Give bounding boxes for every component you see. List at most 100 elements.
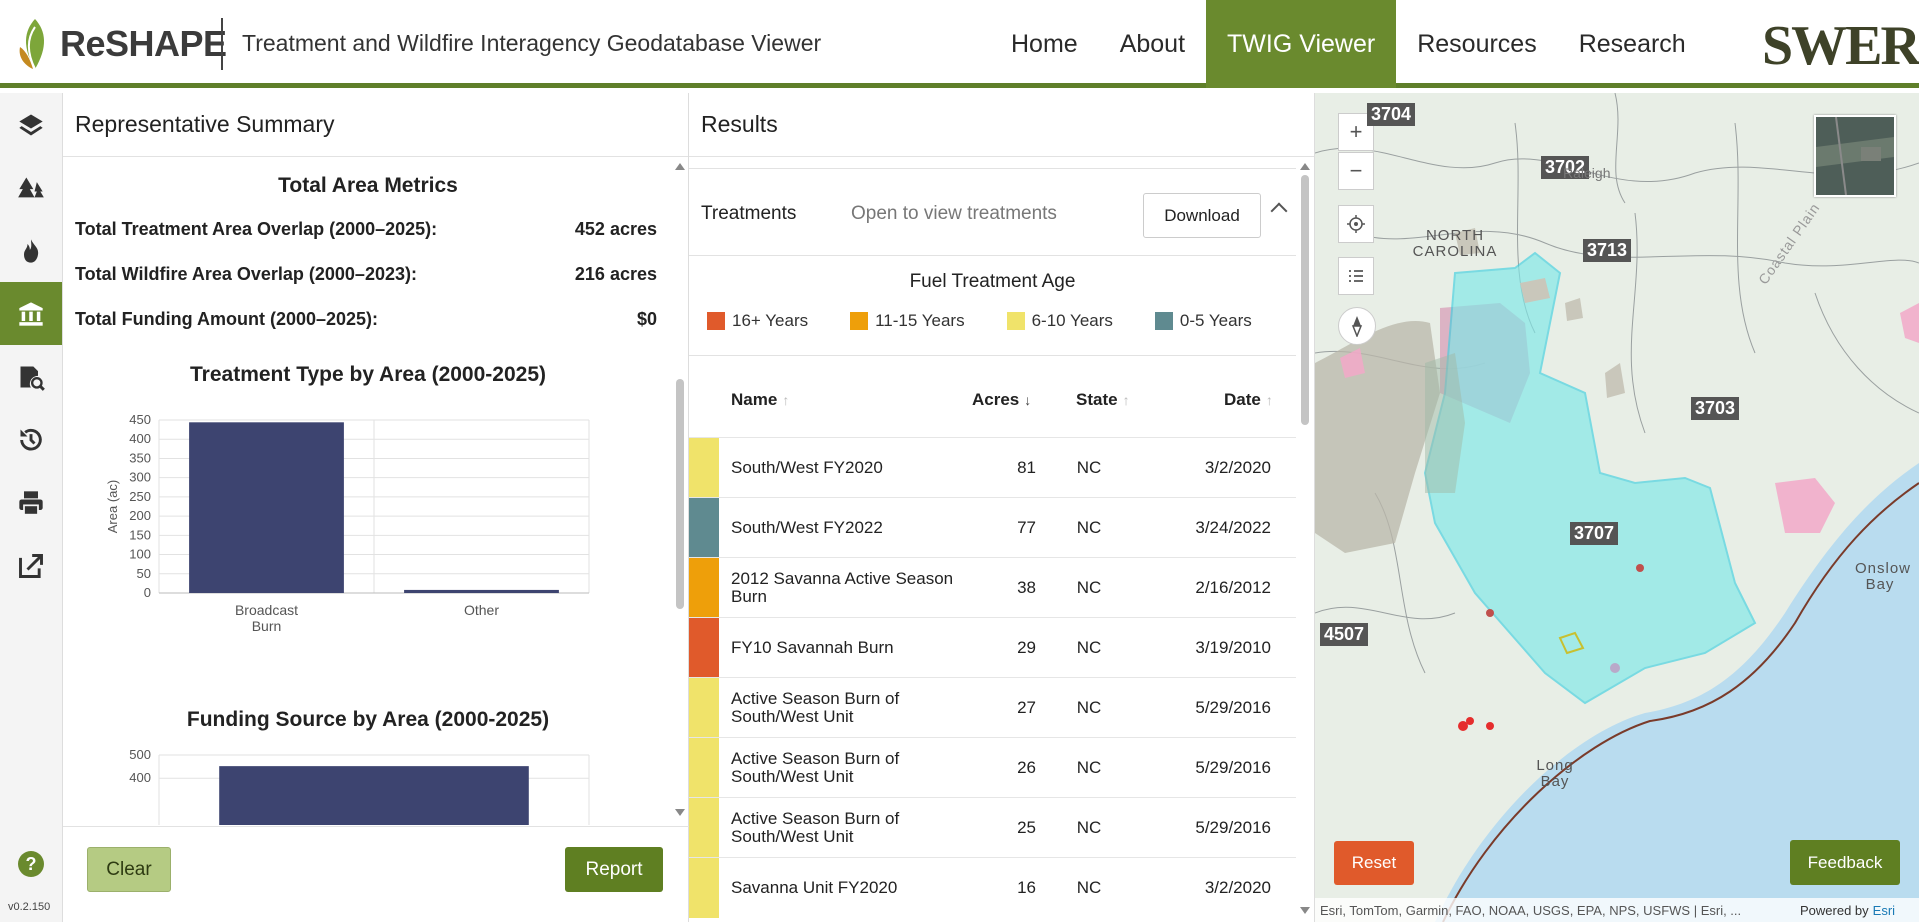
compass-button[interactable] — [1338, 307, 1376, 345]
cell-acres: 26 — [1017, 758, 1036, 777]
export-tool[interactable] — [0, 534, 62, 597]
sort-arrow-down-icon: ↓ — [1024, 392, 1032, 408]
scroll-down-arrow[interactable] — [675, 809, 685, 816]
chart-title: Treatment Type by Area (2000-2025) — [190, 363, 546, 386]
y-tick-label: 350 — [129, 450, 151, 465]
report-button[interactable]: Report — [565, 847, 663, 892]
metric-value: 452 acres — [574, 219, 657, 239]
map-view[interactable]: + − 3704 3702 3713 3703 3707 4507 NORTH … — [1315, 93, 1919, 922]
route-label: 3704 — [1367, 103, 1416, 126]
leaf-logo-icon — [16, 17, 54, 71]
column-label: Name — [731, 390, 778, 409]
results-scroll-area[interactable]: Treatments Open to view treatments Downl… — [689, 157, 1296, 922]
layers-tool[interactable] — [0, 93, 62, 156]
cell-acres: 25 — [1017, 818, 1036, 837]
help-button[interactable]: ? — [18, 851, 44, 877]
y-tick-label: 50 — [137, 566, 151, 581]
y-tick-label: 200 — [129, 508, 151, 523]
cell-name: Active Season Burn of South/West Unit — [731, 749, 900, 786]
locate-button[interactable] — [1338, 205, 1374, 243]
age-color-bar — [689, 738, 719, 798]
overview-minimap[interactable] — [1814, 115, 1896, 197]
table-row[interactable]: Savanna Unit FY2020 16 NC 3/2/2020 — [689, 857, 1296, 918]
powered-by-text: Powered by — [1800, 902, 1869, 918]
list-icon — [1349, 270, 1363, 282]
powered-by[interactable]: Powered by Esri — [1800, 898, 1895, 922]
nav-twig-viewer[interactable]: TWIG Viewer — [1206, 0, 1397, 88]
column-label: State — [1076, 390, 1118, 409]
scroll-up-arrow[interactable] — [1300, 163, 1310, 170]
clear-button[interactable]: Clear — [87, 847, 171, 892]
header-divider — [221, 18, 223, 70]
nav-research[interactable]: Research — [1558, 0, 1707, 88]
cell-acres: 27 — [1017, 698, 1036, 717]
reshape-logo[interactable]: ReSHAPE — [16, 16, 227, 72]
metric-row: Total Funding Amount (2000–2025): $0 — [75, 309, 657, 330]
search-document-tool[interactable] — [0, 345, 62, 408]
table-row[interactable]: FY10 Savannah Burn 29 NC 3/19/2010 — [689, 617, 1296, 678]
cell-name: Active Season Burn of South/West Unit — [731, 809, 900, 846]
zoom-out-button[interactable]: − — [1338, 152, 1374, 190]
fire-tool[interactable] — [0, 219, 62, 282]
summary-scrollbar[interactable] — [673, 157, 687, 825]
print-tool[interactable] — [0, 471, 62, 534]
summary-tool[interactable] — [0, 282, 62, 345]
sweri-logo[interactable]: SWERI — [1762, 14, 1919, 78]
scroll-up-arrow[interactable] — [675, 163, 685, 170]
map-canvas — [1315, 93, 1919, 922]
cell-date: 3/24/2022 — [1195, 518, 1271, 537]
results-scrollbar[interactable] — [1296, 157, 1314, 922]
column-header-date[interactable]: Date ↑ — [1224, 390, 1273, 410]
y-tick-label: 450 — [129, 412, 151, 427]
metric-value: 216 acres — [574, 264, 657, 284]
chevron-up-icon[interactable] — [1270, 202, 1288, 220]
age-color-bar — [689, 798, 719, 858]
scroll-thumb[interactable] — [1301, 175, 1309, 425]
x-tick-label: Broadcast Burn — [235, 602, 298, 634]
table-row[interactable]: South/West FY2020 81 NC 3/2/2020 — [689, 437, 1296, 498]
column-header-acres[interactable]: Acres ↓ — [972, 390, 1031, 410]
table-row[interactable]: South/West FY2022 77 NC 3/24/2022 — [689, 497, 1296, 558]
y-tick-label: 250 — [129, 489, 151, 504]
table-row[interactable]: 2012 Savanna Active Season Burn 38 NC 2/16/… — [689, 557, 1296, 618]
cell-state: NC — [1076, 458, 1102, 477]
legend-label: 16+ Years — [732, 311, 809, 330]
route-label: 3713 — [1583, 239, 1632, 262]
age-color-bar — [689, 558, 719, 618]
y-tick-label: 0 — [144, 585, 151, 600]
trees-tool[interactable] — [0, 156, 62, 219]
table-row[interactable]: Active Season Burn of South/West Unit 27 N… — [689, 677, 1296, 738]
feedback-button[interactable]: Feedback — [1790, 840, 1900, 885]
cell-state: NC — [1076, 638, 1102, 657]
legend-button[interactable] — [1338, 257, 1374, 295]
summary-footer: Clear Report — [63, 826, 689, 922]
age-color-bar — [689, 498, 719, 558]
summary-scroll-area[interactable]: Total Area Metrics Total Treatment Area … — [63, 157, 673, 825]
history-tool[interactable] — [0, 408, 62, 471]
nav-home[interactable]: Home — [990, 0, 1099, 88]
column-header-name[interactable]: Name ↑ — [731, 390, 789, 410]
column-label: Date — [1224, 390, 1261, 409]
cell-name: South/West FY2022 — [731, 518, 883, 537]
table-row[interactable]: Active Season Burn of South/West Unit 26 N… — [689, 737, 1296, 798]
bay-label: Onslow Bay — [1855, 560, 1912, 593]
table-row[interactable]: Active Season Burn of South/West Unit 25 N… — [689, 797, 1296, 858]
download-button[interactable]: Download — [1143, 193, 1261, 238]
treatment-type-chart: 0 50 100 150 200 250 300 350 400 450 Broadcast Burn… — [105, 412, 590, 634]
cell-date: 3/2/2020 — [1204, 878, 1271, 897]
y-tick-label: 500 — [129, 747, 151, 762]
scroll-down-arrow[interactable] — [1300, 907, 1310, 914]
route-label: 3703 — [1691, 397, 1740, 420]
scroll-thumb[interactable] — [676, 379, 684, 609]
esri-link[interactable]: Esri — [1873, 903, 1895, 918]
history-icon — [20, 428, 42, 450]
nav-about[interactable]: About — [1099, 0, 1206, 88]
reset-map-button[interactable]: Reset — [1334, 841, 1414, 885]
legend-label: 0-5 Years — [1179, 311, 1252, 330]
results-table: South/West FY2020 81 NC 3/2/2020 South/West … — [689, 437, 1296, 918]
column-header-state[interactable]: State ↑ — [1076, 390, 1130, 410]
y-tick-label: 150 — [129, 527, 151, 542]
nav-resources[interactable]: Resources — [1396, 0, 1558, 88]
cell-state: NC — [1076, 878, 1102, 897]
treatments-accordion[interactable]: Treatments Open to view treatments Downl… — [689, 168, 1296, 256]
